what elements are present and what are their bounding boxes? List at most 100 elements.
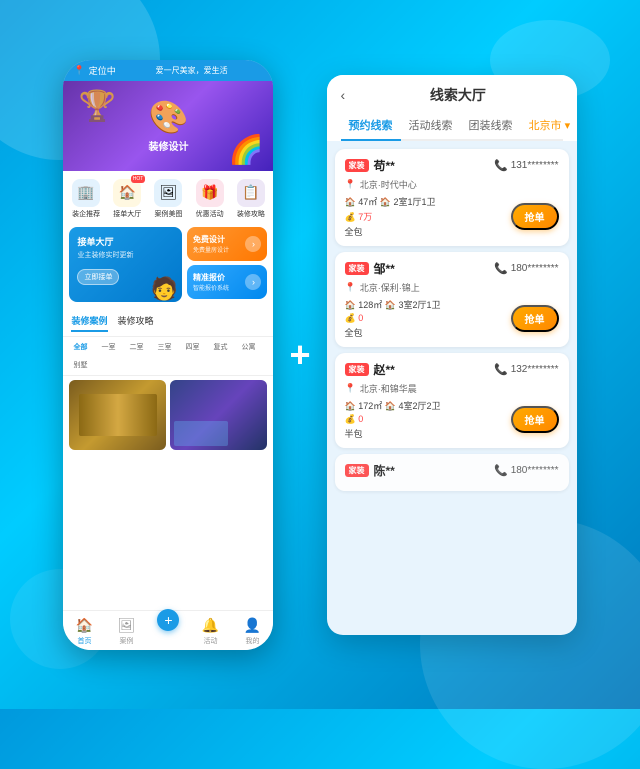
tab-yuyue[interactable]: 预约线索 bbox=[341, 113, 401, 141]
lead-phone-1: 📞 131******** bbox=[494, 159, 559, 172]
back-button[interactable]: ‹ bbox=[341, 87, 346, 103]
tab-cases[interactable]: 装修案例 bbox=[71, 314, 107, 332]
section-tabs: 装修案例 装修攻略 bbox=[63, 308, 273, 337]
filter-all[interactable]: 全部 bbox=[69, 341, 91, 353]
lead-name-2: 邹** bbox=[374, 260, 395, 277]
icon-youhui[interactable]: 🎁 优惠活动 bbox=[191, 179, 228, 219]
nav-home[interactable]: 🏠 首页 bbox=[63, 617, 105, 646]
grab-btn-3[interactable]: 抢单 bbox=[511, 406, 559, 433]
promo-person-icon: 🧑 bbox=[151, 276, 178, 302]
icon-gonglue[interactable]: 📋 装修攻略 bbox=[232, 179, 269, 219]
lead-location-1: 📍 北京·时代中心 bbox=[345, 178, 559, 191]
lead-style-3: 半包 bbox=[345, 427, 441, 440]
lead-price-2: 💰 0 bbox=[345, 313, 441, 324]
lead-name-4: 陈** bbox=[374, 462, 395, 479]
tab-tuanzhuang[interactable]: 团装线索 bbox=[461, 113, 521, 139]
lead-card-4: 家装 陈** 📞 180******** bbox=[335, 454, 569, 491]
promo-design-card[interactable]: 免费设计 免费量房设计 › bbox=[187, 227, 267, 261]
status-bar: 📍 定位中 爱一尺美家，爱生活 bbox=[63, 60, 273, 81]
left-phone: 📍 定位中 爱一尺美家，爱生活 🏆 🎨 装修设计 🌈 🏢 装企推荐 🏠 bbox=[63, 60, 273, 650]
main-container: 📍 定位中 爱一尺美家，爱生活 🏆 🎨 装修设计 🌈 🏢 装企推荐 🏠 bbox=[63, 60, 576, 650]
lead-meta-1: 🏠 47㎡ 🏠 2室1厅1卫 💰 7万 全包 抢单 bbox=[345, 195, 559, 238]
nav-activity[interactable]: 🔔 活动 bbox=[189, 617, 231, 646]
quick-icons-row: 🏢 装企推荐 🏠 HOT 接单大厅 🖼 案例美图 🎁 优惠活动 📋 装修攻 bbox=[63, 171, 273, 227]
filter-villa[interactable]: 别墅 bbox=[69, 359, 91, 371]
lead-area-3: 🏠 172㎡ 🏠 4室2厅2卫 bbox=[345, 399, 441, 412]
case-img-1[interactable] bbox=[69, 380, 166, 450]
banner: 🏆 🎨 装修设计 🌈 bbox=[63, 81, 273, 171]
phone-icon-3: 📞 bbox=[494, 363, 508, 376]
filter-4room[interactable]: 四室 bbox=[181, 341, 203, 353]
filter-2room[interactable]: 二室 bbox=[125, 341, 147, 353]
lead-card-1: 家装 苟** 📞 131******** 📍 北京·时代中心 🏠 4 bbox=[335, 149, 569, 246]
lead-meta-2: 🏠 128㎡ 🏠 3室2厅1卫 💰 0 全包 抢单 bbox=[345, 298, 559, 339]
lead-price-3: 💰 0 bbox=[345, 414, 441, 425]
lead-area-2: 🏠 128㎡ 🏠 3室2厅1卫 bbox=[345, 298, 441, 311]
case-images bbox=[63, 376, 273, 610]
slogan-text: 爱一尺美家，爱生活 bbox=[120, 65, 264, 76]
jiedan-btn[interactable]: 立即接单 bbox=[77, 269, 119, 285]
panel-title: 线索大厅 bbox=[353, 85, 562, 105]
lead-area-1: 🏠 47㎡ 🏠 2室1厅1卫 bbox=[345, 195, 436, 208]
profile-icon: 👤 bbox=[244, 617, 261, 634]
case-img-2[interactable] bbox=[170, 380, 267, 450]
lead-name-1: 苟** bbox=[374, 157, 395, 174]
panel-nav-top: ‹ 线索大厅 bbox=[341, 85, 563, 105]
plus-connector: + bbox=[289, 334, 310, 376]
icon-jiedan[interactable]: 🏠 HOT 接单大厅 bbox=[109, 179, 146, 219]
lead-tag-1: 家装 bbox=[345, 159, 369, 172]
lead-meta-3: 🏠 172㎡ 🏠 4室2厅2卫 💰 0 半包 抢单 bbox=[345, 399, 559, 440]
phone-icon-2: 📞 bbox=[494, 262, 508, 275]
panel-header: ‹ 线索大厅 预约线索 活动线索 团装线索 北京市 ▾ bbox=[327, 75, 577, 141]
lead-style-2: 全包 bbox=[345, 326, 441, 339]
lead-tag-3: 家装 bbox=[345, 363, 369, 376]
grab-btn-1[interactable]: 抢单 bbox=[511, 203, 559, 230]
phone-icon-4: 📞 bbox=[494, 464, 508, 477]
lead-phone-4: 📞 180******** bbox=[494, 464, 559, 477]
panel-tabs: 预约线索 活动线索 团装线索 北京市 ▾ bbox=[341, 113, 563, 141]
lead-name-3: 赵** bbox=[374, 361, 395, 378]
bottom-nav: 🏠 首页 🖼 案例 + 🔔 活动 👤 我的 bbox=[63, 610, 273, 650]
lead-tag-2: 家装 bbox=[345, 262, 369, 275]
promo-right-cards: 免费设计 免费量房设计 › 精准报价 智能报价系统 › bbox=[187, 227, 267, 302]
nav-profile[interactable]: 👤 我的 bbox=[231, 617, 273, 646]
phone-icon-1: 📞 bbox=[494, 159, 508, 172]
lead-phone-2: 📞 180******** bbox=[494, 262, 559, 275]
activity-icon: 🔔 bbox=[202, 617, 219, 634]
filter-3room[interactable]: 三室 bbox=[153, 341, 175, 353]
lead-location-3: 📍 北京·和锦华晨 bbox=[345, 382, 559, 395]
promo-section: 接单大厅 业主装修实时更新 立即接单 🧑 免费设计 免费量房设计 › 精准报价 … bbox=[63, 227, 273, 308]
banner-decoration: 🏆 bbox=[78, 89, 115, 124]
lead-phone-3: 📞 132******** bbox=[494, 363, 559, 376]
plus-btn[interactable]: + bbox=[157, 609, 179, 631]
filter-apt[interactable]: 公寓 bbox=[237, 341, 259, 353]
banner-content: 🎨 装修设计 bbox=[148, 98, 188, 153]
right-panel: ‹ 线索大厅 预约线索 活动线索 团装线索 北京市 ▾ 家装 苟** bbox=[327, 75, 577, 635]
icon-anli[interactable]: 🖼 案例美图 bbox=[150, 179, 187, 219]
tab-strategy[interactable]: 装修攻略 bbox=[118, 314, 154, 332]
lead-location-2: 📍 北京·保利·锦上 bbox=[345, 281, 559, 294]
banner-deco2: 🌈 bbox=[229, 133, 264, 166]
location-text: 定位中 bbox=[89, 64, 116, 77]
location-icon: 📍 bbox=[73, 65, 84, 76]
tab-huodong[interactable]: 活动线索 bbox=[401, 113, 461, 139]
filter-1room[interactable]: 一室 bbox=[97, 341, 119, 353]
leads-list: 家装 苟** 📞 131******** 📍 北京·时代中心 🏠 4 bbox=[327, 141, 577, 635]
promo-price-card[interactable]: 精准报价 智能报价系统 › bbox=[187, 265, 267, 299]
tab-city[interactable]: 北京市 ▾ bbox=[521, 113, 577, 139]
nav-publish[interactable]: + bbox=[147, 617, 189, 646]
grab-btn-2[interactable]: 抢单 bbox=[511, 305, 559, 332]
icon-zhuangqi[interactable]: 🏢 装企推荐 bbox=[67, 179, 104, 219]
lead-card-2: 家装 邹** 📞 180******** 📍 北京·保利·锦上 🏠 bbox=[335, 252, 569, 347]
lead-tag-4: 家装 bbox=[345, 464, 369, 477]
promo-jiedan[interactable]: 接单大厅 业主装修实时更新 立即接单 🧑 bbox=[69, 227, 182, 302]
banner-subtitle: 装修设计 bbox=[148, 138, 188, 153]
lead-card-3: 家装 赵** 📞 132******** 📍 北京·和锦华晨 🏠 1 bbox=[335, 353, 569, 448]
cases-icon: 🖼 bbox=[118, 617, 136, 634]
filter-duplex[interactable]: 复式 bbox=[209, 341, 231, 353]
nav-cases[interactable]: 🖼 案例 bbox=[105, 617, 147, 646]
price-arrow: › bbox=[245, 274, 261, 290]
home-icon: 🏠 bbox=[76, 617, 93, 634]
banner-3d-icon: 🎨 bbox=[149, 98, 189, 136]
lead-style-1: 全包 bbox=[345, 225, 436, 238]
